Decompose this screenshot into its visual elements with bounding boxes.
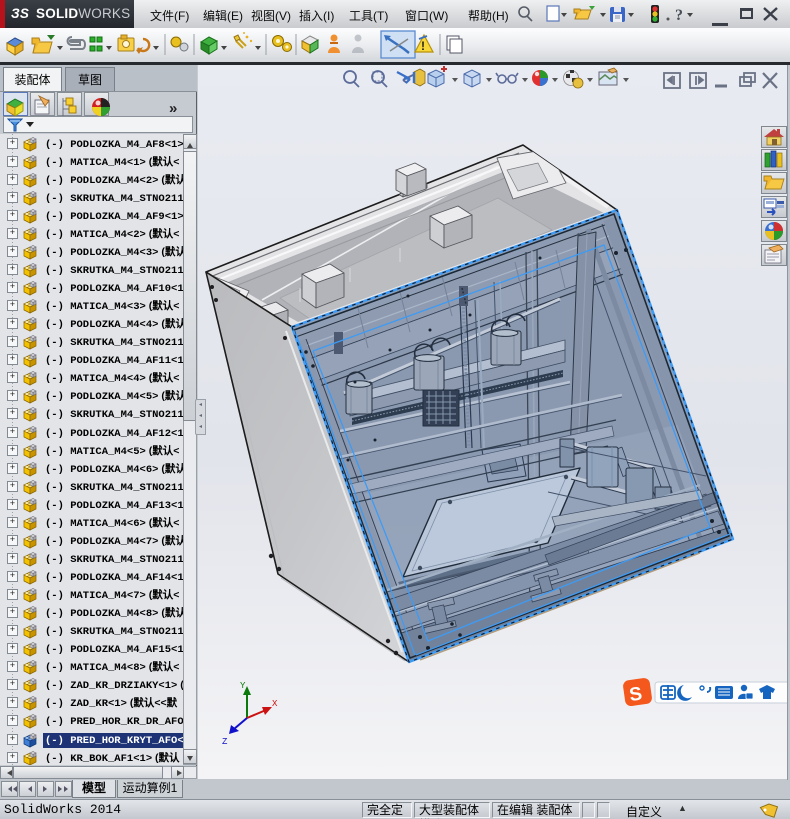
svg-text:!: ! xyxy=(421,39,425,53)
svg-text:Y: Y xyxy=(240,681,246,691)
svg-text:Z: Z xyxy=(222,737,228,746)
svg-text:X: X xyxy=(272,699,278,709)
svg-text:»: » xyxy=(169,100,177,117)
svg-text:?: ? xyxy=(675,7,683,24)
